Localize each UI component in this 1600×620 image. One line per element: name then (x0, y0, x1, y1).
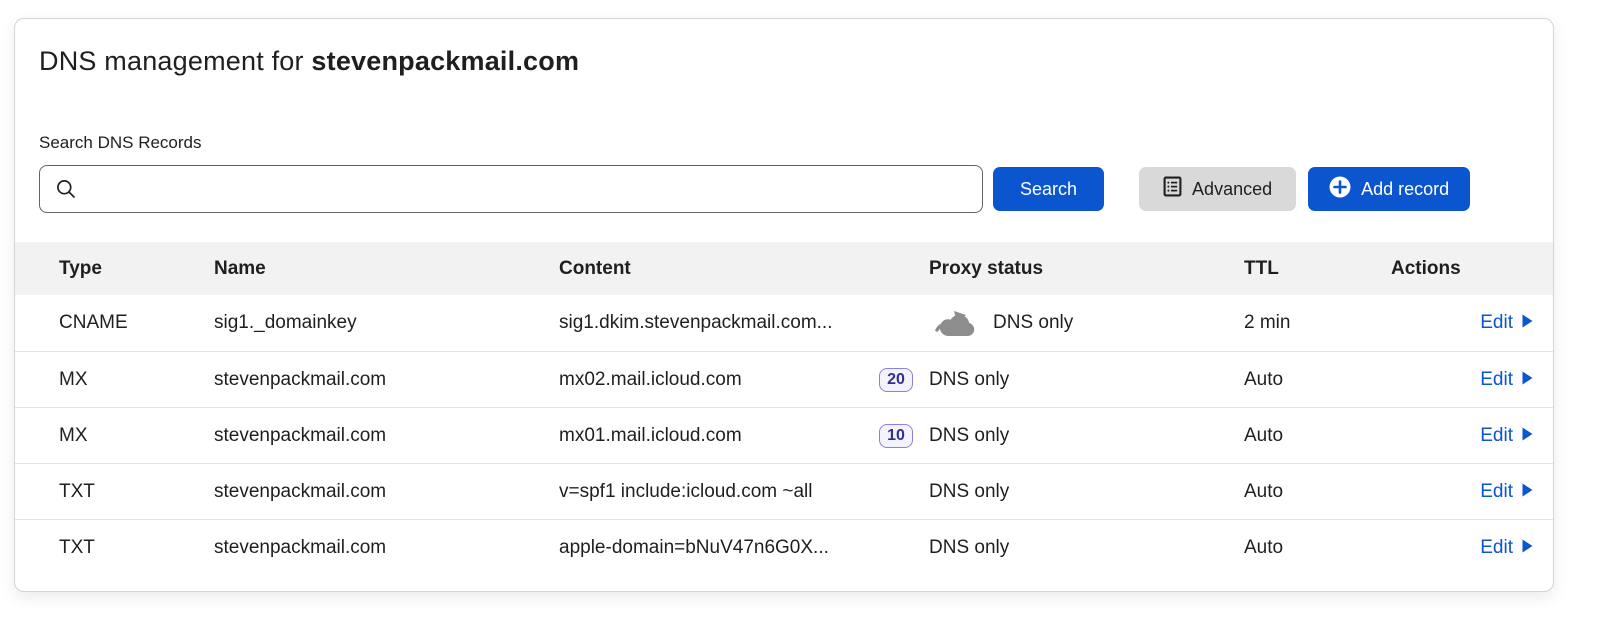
proxy-status-text: DNS only (929, 537, 1009, 559)
column-header-content: Content (559, 258, 929, 280)
table-row: TXT stevenpackmail.com apple-domain=bNuV… (15, 519, 1553, 575)
ttl-cell: 2 min (1244, 312, 1391, 334)
chevron-right-icon (1522, 537, 1533, 559)
mx-priority-badge: 20 (879, 368, 913, 392)
edit-link-label: Edit (1480, 481, 1513, 503)
record-type-cell: TXT (59, 537, 214, 559)
record-name-cell: sig1._domainkey (214, 312, 559, 334)
page-title: DNS management for stevenpackmail.com (39, 45, 1529, 77)
record-name-cell: stevenpackmail.com (214, 481, 559, 503)
proxy-status-cell: DNS only (929, 537, 1244, 559)
edit-link[interactable]: Edit (1480, 481, 1533, 503)
ttl-cell: Auto (1244, 369, 1391, 391)
column-header-type: Type (59, 258, 214, 280)
plus-circle-icon (1329, 176, 1351, 203)
actions-cell: Edit (1391, 312, 1533, 334)
edit-link[interactable]: Edit (1480, 312, 1533, 334)
search-input[interactable] (39, 165, 983, 213)
actions-cell: Edit (1391, 425, 1533, 447)
record-name-cell: stevenpackmail.com (214, 425, 559, 447)
page-title-prefix: DNS management for (39, 46, 304, 76)
table-body: CNAME sig1._domainkey sig1.dkim.stevenpa… (15, 295, 1553, 575)
edit-link-label: Edit (1480, 425, 1513, 447)
dns-management-card: DNS management for stevenpackmail.com Se… (14, 18, 1554, 592)
record-content-text: mx02.mail.icloud.com (559, 369, 742, 391)
record-content-cell: mx01.mail.icloud.com 10 (559, 424, 929, 448)
record-name-cell: stevenpackmail.com (214, 537, 559, 559)
ttl-cell: Auto (1244, 425, 1391, 447)
table-row: MX stevenpackmail.com mx02.mail.icloud.c… (15, 351, 1553, 407)
proxy-status-text: DNS only (929, 481, 1009, 503)
search-button-label: Search (1020, 179, 1077, 200)
add-record-button-label: Add record (1361, 179, 1449, 200)
proxy-status-cell: DNS only (929, 369, 1244, 391)
chevron-right-icon (1522, 369, 1533, 391)
record-content-cell: sig1.dkim.stevenpackmail.com... (559, 312, 929, 334)
record-content-text: v=spf1 include:icloud.com ~all (559, 481, 812, 503)
actions-cell: Edit (1391, 537, 1533, 559)
ttl-cell: Auto (1244, 537, 1391, 559)
record-content-text: mx01.mail.icloud.com (559, 425, 742, 447)
mx-priority-badge: 10 (879, 424, 913, 448)
advanced-button[interactable]: Advanced (1139, 167, 1296, 211)
table-row: TXT stevenpackmail.com v=spf1 include:ic… (15, 463, 1553, 519)
actions-cell: Edit (1391, 481, 1533, 503)
dns-records-table: Type Name Content Proxy status TTL Actio… (15, 242, 1553, 575)
edit-link[interactable]: Edit (1480, 537, 1533, 559)
search-label: Search DNS Records (39, 133, 1529, 153)
dns-only-cloud-icon (933, 309, 977, 337)
proxy-status-text: DNS only (929, 369, 1009, 391)
record-type-cell: TXT (59, 481, 214, 503)
record-type-cell: CNAME (59, 312, 214, 334)
column-header-proxy-status: Proxy status (929, 258, 1244, 280)
column-header-actions: Actions (1391, 258, 1533, 280)
ttl-cell: Auto (1244, 481, 1391, 503)
advanced-button-label: Advanced (1192, 179, 1272, 200)
edit-link-label: Edit (1480, 312, 1513, 334)
search-button[interactable]: Search (993, 167, 1104, 211)
column-header-name: Name (214, 258, 559, 280)
chevron-right-icon (1522, 425, 1533, 447)
add-record-button[interactable]: Add record (1308, 167, 1470, 211)
actions-cell: Edit (1391, 369, 1533, 391)
record-type-cell: MX (59, 425, 214, 447)
proxy-status-cell: DNS only (929, 481, 1244, 503)
proxy-status-text: DNS only (993, 312, 1073, 334)
chevron-right-icon (1522, 481, 1533, 503)
table-row: MX stevenpackmail.com mx01.mail.icloud.c… (15, 407, 1553, 463)
search-box (39, 165, 983, 213)
record-name-cell: stevenpackmail.com (214, 369, 559, 391)
table-header-row: Type Name Content Proxy status TTL Actio… (15, 242, 1553, 295)
page-title-domain: stevenpackmail.com (311, 46, 579, 76)
toolbar: Search Advanced (39, 165, 1529, 213)
proxy-status-cell: DNS only (929, 425, 1244, 447)
list-document-icon (1163, 176, 1182, 202)
proxy-status-text: DNS only (929, 425, 1009, 447)
chevron-right-icon (1522, 312, 1533, 334)
proxy-status-cell: DNS only (929, 309, 1244, 337)
record-content-cell: v=spf1 include:icloud.com ~all (559, 481, 929, 503)
edit-link[interactable]: Edit (1480, 369, 1533, 391)
column-header-ttl: TTL (1244, 258, 1391, 280)
edit-link-label: Edit (1480, 537, 1513, 559)
table-row: CNAME sig1._domainkey sig1.dkim.stevenpa… (15, 295, 1553, 351)
record-content-text: sig1.dkim.stevenpackmail.com... (559, 312, 833, 334)
record-content-cell: mx02.mail.icloud.com 20 (559, 368, 929, 392)
record-content-text: apple-domain=bNuV47n6G0X... (559, 537, 829, 559)
edit-link-label: Edit (1480, 369, 1513, 391)
record-type-cell: MX (59, 369, 214, 391)
record-content-cell: apple-domain=bNuV47n6G0X... (559, 537, 929, 559)
edit-link[interactable]: Edit (1480, 425, 1533, 447)
